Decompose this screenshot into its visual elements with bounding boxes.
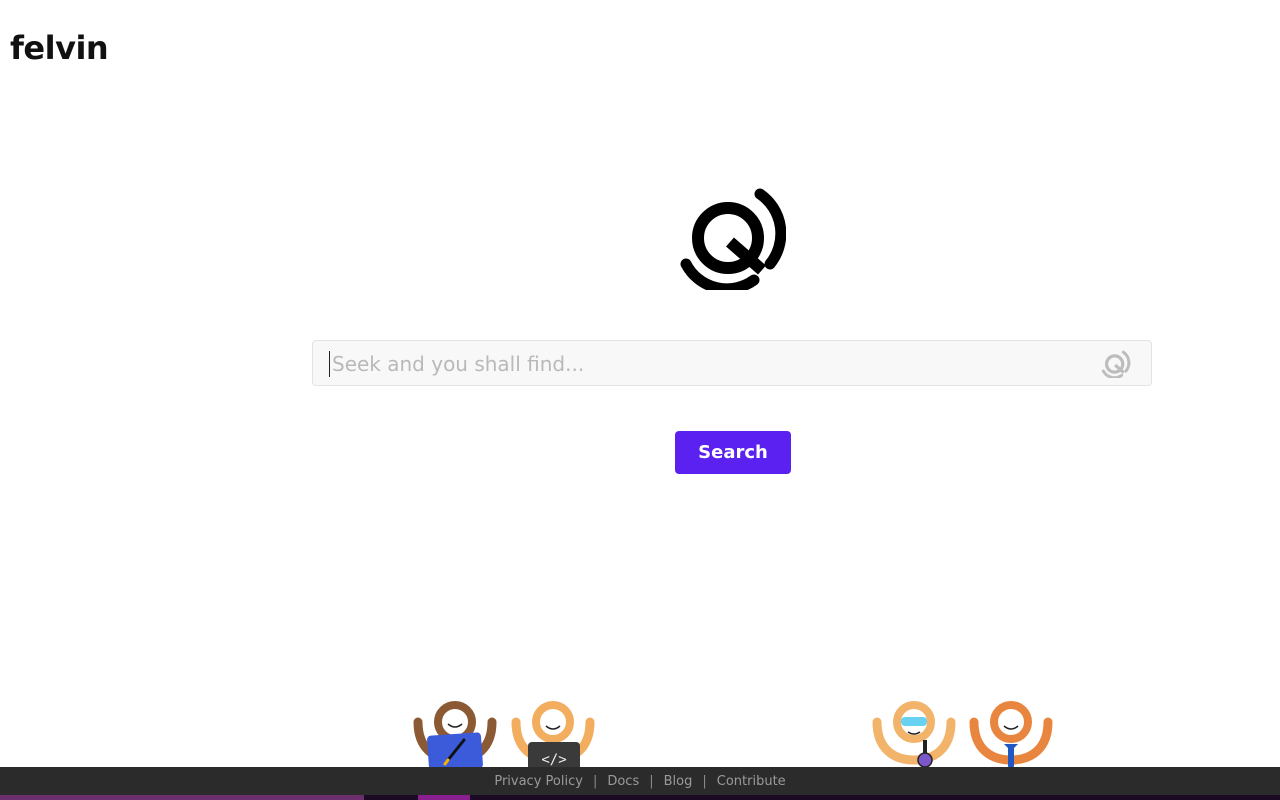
footer-separator: | <box>592 773 598 789</box>
search-button[interactable]: Search <box>675 431 791 474</box>
svg-text:</>: </> <box>541 752 566 768</box>
footer-link-blog[interactable]: Blog <box>664 774 693 789</box>
felvin-q-logo-icon <box>680 188 786 290</box>
footer-separator: | <box>702 773 707 789</box>
scientist-mascot-icon <box>872 701 956 768</box>
bottom-strip-segment <box>0 795 364 800</box>
felvin-q-logo-icon[interactable] <box>1101 350 1131 378</box>
footer-separator: | <box>649 773 654 789</box>
search-box <box>312 340 1152 386</box>
footer: Privacy Policy | Docs | Blog | Contribut… <box>0 767 1280 795</box>
brand-logo[interactable]: felvin <box>10 28 109 68</box>
footer-link-privacy-policy[interactable]: Privacy Policy <box>494 774 583 789</box>
bottom-strip-segment <box>418 795 470 800</box>
footer-link-contribute[interactable]: Contribute <box>717 774 786 789</box>
bottom-strip <box>0 795 1280 800</box>
designer-mascot-icon <box>413 701 497 772</box>
search-input[interactable] <box>329 351 1092 377</box>
footer-link-docs[interactable]: Docs <box>607 774 639 789</box>
